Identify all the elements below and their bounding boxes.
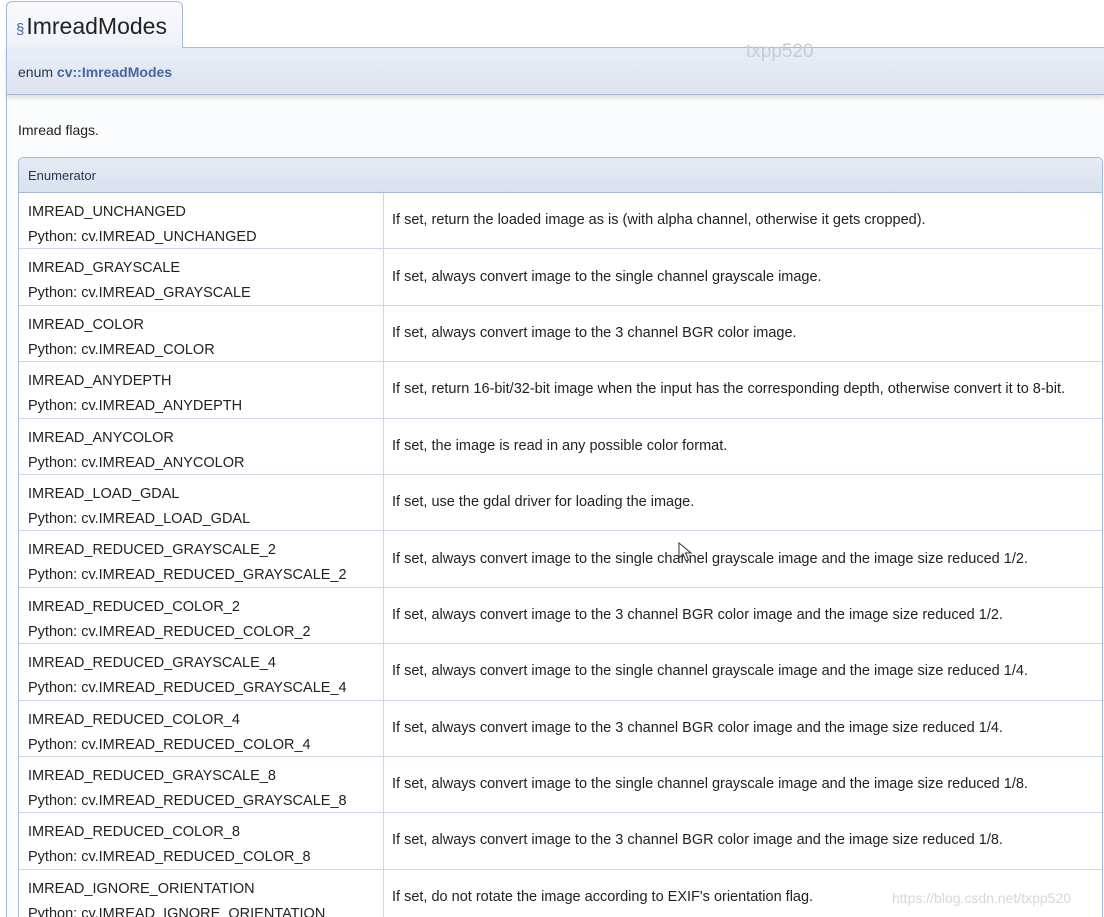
enum-declaration: enum cv::ImreadModes <box>18 64 172 80</box>
enumerator-name-cell: IMREAD_COLOR Python: cv.IMREAD_COLOR <box>19 305 384 362</box>
watermark-top: txpp520 <box>746 41 814 62</box>
enumerator-description: If set, return the loaded image as is (w… <box>392 212 926 229</box>
enumerator-python-name: Python: cv.IMREAD_COLOR <box>28 341 215 358</box>
enumerator-name: IMREAD_REDUCED_COLOR_8 <box>28 824 240 841</box>
enumerator-description: If set, always convert image to the 3 ch… <box>392 606 1003 623</box>
table-row: IMREAD_REDUCED_GRAYSCALE_2 Python: cv.IMR… <box>19 531 1102 588</box>
enumerator-name-cell: IMREAD_REDUCED_GRAYSCALE_4 Python: cv.IMR… <box>19 644 384 700</box>
enumerator-name-cell: IMREAD_REDUCED_COLOR_2 Python: cv.IMREAD_… <box>19 587 384 644</box>
enum-description: Imread flags. <box>18 122 99 138</box>
enum-name-link[interactable]: cv::ImreadModes <box>57 64 172 80</box>
enumerator-python-name: Python: cv.IMREAD_LOAD_GDAL <box>28 510 251 527</box>
enumerator-name-cell: IMREAD_REDUCED_COLOR_8 Python: cv.IMREAD_… <box>19 813 384 869</box>
enumerator-python-name: Python: cv.IMREAD_REDUCED_COLOR_4 <box>28 736 311 753</box>
table-row: IMREAD_ANYCOLOR Python: cv.IMREAD_ANYCOLO… <box>19 418 1102 475</box>
enumerator-rows: IMREAD_UNCHANGED Python: cv.IMREAD_UNCHAN… <box>19 193 1102 917</box>
enumerator-description: If set, always convert image to the 3 ch… <box>392 719 1003 736</box>
watermark-bottom: https://blog.csdn.net/txpp520 <box>892 890 1072 906</box>
enum-keyword: enum <box>18 64 54 80</box>
enumerator-python-name: Python: cv.IMREAD_REDUCED_GRAYSCALE_2 <box>28 567 347 584</box>
enumerator-python-name: Python: cv.IMREAD_ANYDEPTH <box>28 398 243 415</box>
enumerator-name-cell: IMREAD_GRAYSCALE Python: cv.IMREAD_GRAYSC… <box>19 249 384 305</box>
enumerator-name-cell: IMREAD_ANYDEPTH Python: cv.IMREAD_ANYDEPT… <box>19 362 384 418</box>
table-row: IMREAD_COLOR Python: cv.IMREAD_COLOR If se… <box>19 305 1102 363</box>
enumerator-name-cell: IMREAD_LOAD_GDAL Python: cv.IMREAD_LOAD_G… <box>19 474 384 531</box>
enumerator-name: IMREAD_REDUCED_COLOR_4 <box>28 711 240 728</box>
enumerator-name: IMREAD_ANYDEPTH <box>28 373 172 390</box>
table-row: IMREAD_REDUCED_COLOR_4 Python: cv.IMREAD_… <box>19 700 1102 757</box>
enumerator-python-name: Python: cv.IMREAD_ANYCOLOR <box>28 454 245 471</box>
permalink-anchor-link[interactable]: § <box>16 21 24 38</box>
enum-declaration-bar: enum cv::ImreadModes <box>6 47 1104 95</box>
member-title: ImreadModes <box>26 13 167 39</box>
table-row: IMREAD_GRAYSCALE Python: cv.IMREAD_GRAYSC… <box>19 249 1102 306</box>
enumerator-name: IMREAD_LOAD_GDAL <box>28 485 180 502</box>
mouse-cursor-icon <box>678 542 692 562</box>
enumerator-description: If set, always convert image to the 3 ch… <box>392 324 797 341</box>
enumerator-python-name: Python: cv.IMREAD_REDUCED_COLOR_2 <box>28 623 311 640</box>
enumerator-python-name: Python: cv.IMREAD_REDUCED_GRAYSCALE_8 <box>28 792 347 809</box>
enumerator-python-name: Python: cv.IMREAD_UNCHANGED <box>28 229 257 245</box>
enumerator-python-name: Python: cv.IMREAD_IGNORE_ORIENTATION <box>28 905 326 917</box>
enumerator-python-name: Python: cv.IMREAD_GRAYSCALE <box>28 285 251 302</box>
enumerator-name: IMREAD_REDUCED_GRAYSCALE_8 <box>28 767 276 784</box>
enumerator-name: IMREAD_REDUCED_GRAYSCALE_2 <box>28 542 276 559</box>
enumerator-python-name: Python: cv.IMREAD_REDUCED_GRAYSCALE_4 <box>28 680 347 697</box>
enumerator-name: IMREAD_UNCHANGED <box>28 204 186 220</box>
enumerator-table-header: Enumerator <box>19 158 1102 193</box>
enumerator-name: IMREAD_COLOR <box>28 316 145 333</box>
enumerator-name: IMREAD_REDUCED_GRAYSCALE_4 <box>28 655 276 672</box>
enumerator-name: IMREAD_ANYCOLOR <box>28 429 174 446</box>
enumerator-description: If set, always convert image to the sing… <box>392 268 822 285</box>
doc-page: §ImreadModes enum cv::ImreadModes txpp52… <box>0 0 1104 917</box>
table-row: IMREAD_REDUCED_GRAYSCALE_8 Python: cv.IMR… <box>19 756 1102 814</box>
enumerator-table: Enumerator IMREAD_UNCHANGED Python: cv.IM… <box>18 157 1103 917</box>
enumerator-name-cell: IMREAD_UNCHANGED Python: cv.IMREAD_UNCHAN… <box>19 193 384 249</box>
enumerator-python-name: Python: cv.IMREAD_REDUCED_COLOR_8 <box>28 849 311 866</box>
enumerator-name-cell: IMREAD_REDUCED_GRAYSCALE_8 Python: cv.IMR… <box>19 756 384 813</box>
enumerator-description: If set, always convert image to the sing… <box>392 550 1028 567</box>
enumerator-name: IMREAD_GRAYSCALE <box>28 260 181 277</box>
enumerator-description: If set, use the gdal driver for loading … <box>392 494 695 511</box>
table-row: IMREAD_LOAD_GDAL Python: cv.IMREAD_LOAD_G… <box>19 474 1102 532</box>
enumerator-description: If set, return 16-bit/32-bit image when … <box>392 381 1066 398</box>
enumerator-description: If set, always convert image to the sing… <box>392 663 1028 680</box>
table-row: IMREAD_REDUCED_GRAYSCALE_4 Python: cv.IMR… <box>19 644 1102 701</box>
enumerator-description: If set, the image is read in any possibl… <box>392 437 728 454</box>
enumerator-name: IMREAD_IGNORE_ORIENTATION <box>28 880 255 897</box>
enumerator-name-cell: IMREAD_IGNORE_ORIENTATION Python: cv.IMRE… <box>19 869 384 917</box>
enumerator-description: If set, always convert image to the sing… <box>392 776 1028 793</box>
enumerator-name-cell: IMREAD_REDUCED_COLOR_4 Python: cv.IMREAD_… <box>19 700 384 756</box>
enumerator-description: If set, always convert image to the 3 ch… <box>392 832 1003 849</box>
enumerator-name-cell: IMREAD_ANYCOLOR Python: cv.IMREAD_ANYCOLO… <box>19 418 384 474</box>
table-row: IMREAD_REDUCED_COLOR_8 Python: cv.IMREAD_… <box>19 813 1102 870</box>
enumerator-name: IMREAD_REDUCED_COLOR_2 <box>28 598 240 615</box>
table-row: IMREAD_REDUCED_COLOR_2 Python: cv.IMREAD_… <box>19 587 1102 645</box>
member-title-tab: §ImreadModes <box>6 1 183 48</box>
table-row: IMREAD_ANYDEPTH Python: cv.IMREAD_ANYDEPT… <box>19 362 1102 419</box>
table-row: IMREAD_UNCHANGED Python: cv.IMREAD_UNCHAN… <box>19 193 1102 250</box>
enumerator-name-cell: IMREAD_REDUCED_GRAYSCALE_2 Python: cv.IMR… <box>19 531 384 587</box>
